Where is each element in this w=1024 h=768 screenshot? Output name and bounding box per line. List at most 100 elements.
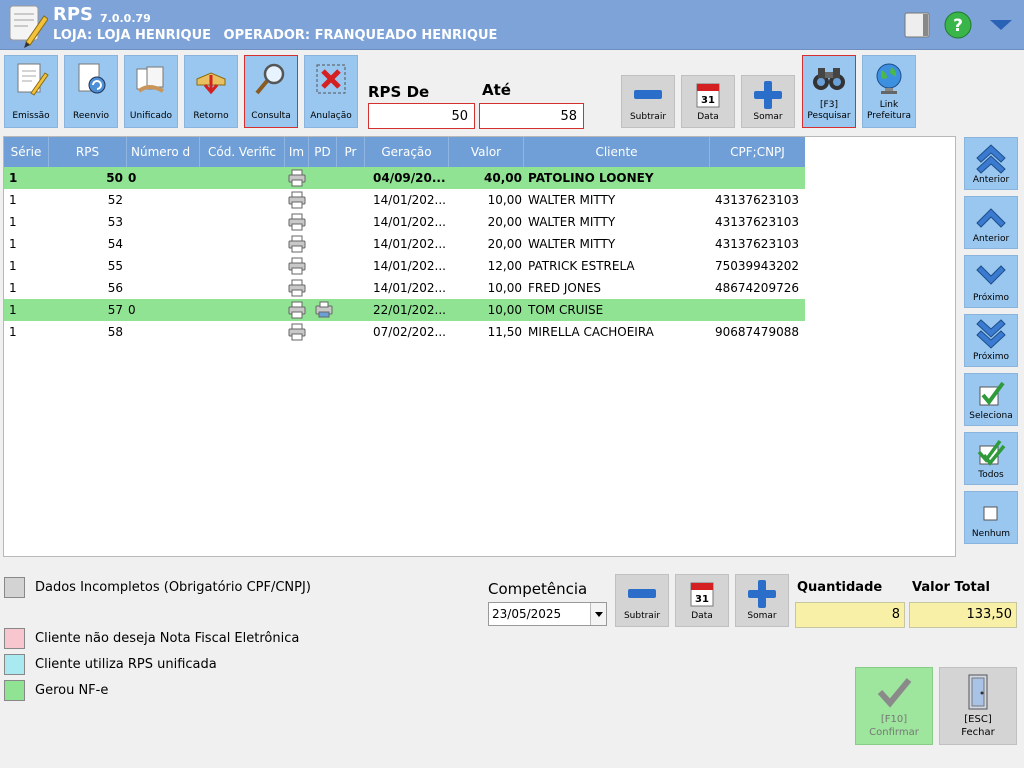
- window-icon[interactable]: [902, 10, 932, 40]
- printer-icon[interactable]: [288, 191, 306, 209]
- col-cliente[interactable]: Cliente: [524, 137, 710, 167]
- app-name: RPS: [53, 4, 94, 25]
- seleciona-button[interactable]: Seleciona: [964, 373, 1018, 426]
- svg-text:31: 31: [695, 594, 709, 605]
- door-exit-icon: [958, 672, 998, 712]
- cell-geracao: 14/01/202...: [373, 237, 446, 251]
- subtrair-button[interactable]: Subtrair: [621, 75, 675, 128]
- pesquisar-button[interactable]: [F3] Pesquisar: [802, 55, 856, 128]
- fechar-button[interactable]: [ESC] Fechar: [939, 667, 1017, 745]
- cell-cpf: 75039943202: [715, 259, 799, 273]
- footer-somar-button[interactable]: Somar: [735, 574, 789, 627]
- anterior-first-button[interactable]: Anterior: [964, 137, 1018, 190]
- plus-icon: [751, 80, 785, 110]
- col-pd[interactable]: PD: [309, 137, 337, 167]
- printer-icon[interactable]: [288, 213, 306, 231]
- help-icon[interactable]: ?: [943, 10, 973, 40]
- todos-button[interactable]: Todos: [964, 432, 1018, 485]
- col-geracao[interactable]: Geração: [365, 137, 449, 167]
- footer-data-button[interactable]: 31 Data: [675, 574, 729, 627]
- svg-text:31: 31: [701, 95, 715, 106]
- rps-de-label: RPS De: [368, 83, 430, 101]
- rps-de-input[interactable]: [368, 103, 475, 129]
- calendar-icon: 31: [691, 80, 725, 110]
- cell-valor: 12,00: [487, 259, 522, 273]
- cell-valor: 20,00: [487, 237, 522, 251]
- anterior-button[interactable]: Anterior: [964, 196, 1018, 249]
- cell-rps: 55: [107, 259, 123, 273]
- cell-geracao: 04/09/20...: [373, 171, 446, 185]
- link-prefeitura-button[interactable]: Link Prefeitura: [862, 55, 916, 128]
- cell-numero: [128, 211, 198, 233]
- cell-serie: 1: [9, 303, 17, 317]
- double-chevron-down-icon: [974, 318, 1008, 352]
- cell-valor: 10,00: [487, 303, 522, 317]
- col-pr[interactable]: Pr: [337, 137, 365, 167]
- competencia-label: Competência: [488, 580, 588, 598]
- footer-subtrair-button[interactable]: Subtrair: [615, 574, 669, 627]
- table-row[interactable]: 1 56 14/01/202... 10,00 FRED JONES 4867420972…: [4, 277, 805, 299]
- cell-serie: 1: [9, 325, 17, 339]
- table-row[interactable]: 1 52 14/01/202... 10,00 WALTER MITTY 43137623…: [4, 189, 805, 211]
- proximo-button[interactable]: Próximo: [964, 255, 1018, 308]
- printer-icon[interactable]: [288, 301, 306, 319]
- printer-icon[interactable]: [288, 323, 306, 341]
- col-cod-verific[interactable]: Cód. Verific: [200, 137, 285, 167]
- consulta-button[interactable]: Consulta: [244, 55, 298, 128]
- ate-input[interactable]: [479, 103, 584, 129]
- anulacao-button[interactable]: Anulação: [304, 55, 358, 128]
- scroll-pen-logo-icon: [9, 5, 48, 48]
- printer-icon[interactable]: [288, 257, 306, 275]
- table-row[interactable]: 1 58 07/02/202... 11,50 MIRELLA CACHOEIRA 906…: [4, 321, 805, 343]
- rps-table[interactable]: Série RPS Número d Cód. Verific Im PD Pr…: [3, 136, 956, 557]
- cell-serie: 1: [9, 237, 17, 251]
- retorno-button[interactable]: Retorno: [184, 55, 238, 128]
- cell-cpf: [715, 167, 805, 189]
- col-numero[interactable]: Número d: [127, 137, 200, 167]
- cell-cpf: [715, 299, 805, 321]
- table-row[interactable]: 1 53 14/01/202... 20,00 WALTER MITTY 43137623…: [4, 211, 805, 233]
- somar-button[interactable]: Somar: [741, 75, 795, 128]
- magnifier-icon: [251, 60, 291, 98]
- competencia-select[interactable]: 23/05/2025: [488, 602, 607, 626]
- cell-cliente: PATOLINO LOONEY: [528, 171, 654, 185]
- unificado-button[interactable]: Unificado: [124, 55, 178, 128]
- checkmark-icon: [874, 672, 914, 712]
- calendar-icon: 31: [685, 579, 719, 609]
- chevron-down-icon[interactable]: [986, 10, 1016, 40]
- chevron-down-icon: [974, 259, 1008, 293]
- cell-cliente: WALTER MITTY: [528, 215, 616, 229]
- printer-icon[interactable]: [288, 169, 306, 187]
- cell-rps: 52: [107, 193, 123, 207]
- binoculars-icon: [809, 60, 849, 98]
- cell-geracao: 14/01/202...: [373, 215, 446, 229]
- dropdown-arrow-icon[interactable]: [590, 603, 606, 625]
- col-rps[interactable]: RPS: [49, 137, 127, 167]
- data-button[interactable]: 31 Data: [681, 75, 735, 128]
- col-serie[interactable]: Série: [4, 137, 49, 167]
- document-pen-icon: [11, 60, 51, 98]
- table-row[interactable]: 1 54 14/01/202... 20,00 WALTER MITTY 43137623…: [4, 233, 805, 255]
- cell-rps: 54: [107, 237, 123, 251]
- cell-rps: 53: [107, 215, 123, 229]
- nenhum-button[interactable]: Nenhum: [964, 491, 1018, 544]
- double-chevron-up-icon: [974, 141, 1008, 175]
- cell-cpf: 48674209726: [715, 281, 799, 295]
- cell-rps: 58: [107, 325, 123, 339]
- confirmar-button[interactable]: [F10] Confirmar: [855, 667, 933, 745]
- col-im[interactable]: Im: [285, 137, 309, 167]
- table-row[interactable]: 1 50 0 04/09/20... 40,00 PATOLINO LOONEY: [4, 167, 805, 189]
- cell-geracao: 14/01/202...: [373, 193, 446, 207]
- printer-icon[interactable]: [288, 235, 306, 253]
- col-valor[interactable]: Valor: [449, 137, 524, 167]
- printer-icon[interactable]: [288, 279, 306, 297]
- reenvio-button[interactable]: Reenvio: [64, 55, 118, 128]
- proximo-last-button[interactable]: Próximo: [964, 314, 1018, 367]
- cell-cpf: 43137623103: [715, 215, 799, 229]
- table-row[interactable]: 1 55 14/01/202... 12,00 PATRICK ESTRELA 75039…: [4, 255, 805, 277]
- pdf-printer-icon[interactable]: [314, 301, 333, 319]
- cell-geracao: 22/01/202...: [373, 303, 446, 317]
- emissao-button[interactable]: Emissão: [4, 55, 58, 128]
- col-cpf-cnpj[interactable]: CPF;CNPJ: [710, 137, 805, 167]
- table-row[interactable]: 1 57 0 22/01/202... 10,00 TOM CRUISE: [4, 299, 805, 321]
